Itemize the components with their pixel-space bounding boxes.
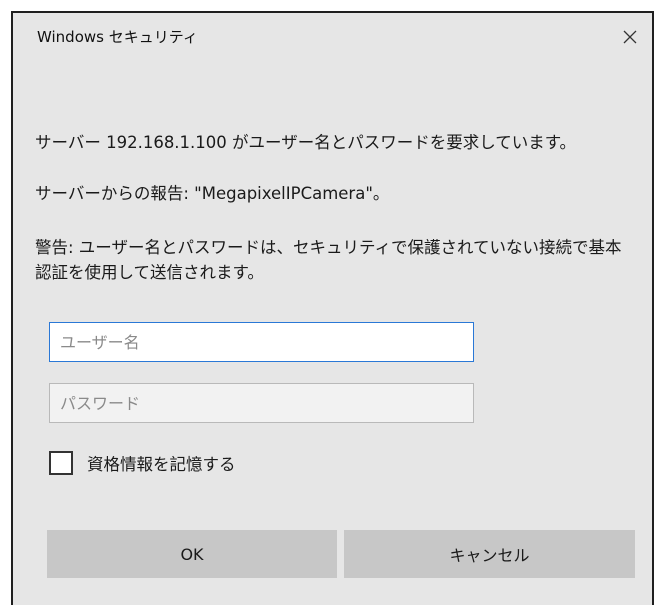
password-input[interactable] (49, 383, 474, 423)
close-button[interactable] (614, 21, 646, 53)
title-bar: Windows セキュリティ (13, 13, 652, 61)
warning-message: 警告: ユーザー名とパスワードは、セキュリティで保護されていない接続で基本 認証… (35, 238, 622, 282)
credential-dialog: Windows セキュリティ サーバー 192.168.1.100 がユーザー名… (11, 11, 654, 605)
dialog-title: Windows セキュリティ (37, 28, 198, 46)
close-icon (623, 30, 637, 44)
username-input[interactable] (49, 322, 474, 362)
cancel-button[interactable]: キャンセル (344, 530, 635, 578)
request-message: サーバー 192.168.1.100 がユーザー名とパスワードを要求しています。 (35, 133, 577, 152)
ok-button[interactable]: OK (47, 530, 337, 578)
remember-checkbox[interactable] (49, 451, 73, 475)
server-report-message: サーバーからの報告: "MegapixelIPCamera"。 (35, 184, 390, 203)
remember-credentials[interactable]: 資格情報を記憶する (49, 450, 236, 476)
remember-label: 資格情報を記憶する (87, 455, 236, 474)
